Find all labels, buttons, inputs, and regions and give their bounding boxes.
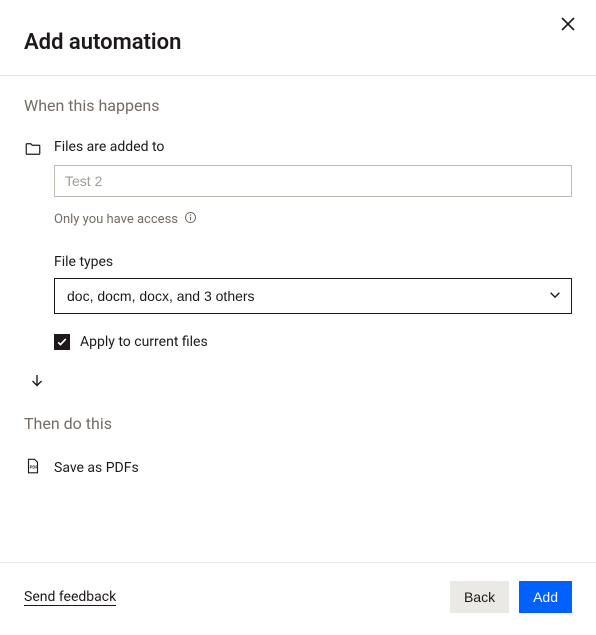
trigger-body: Files are added to Only you have access … bbox=[54, 139, 572, 350]
dialog-content: When this happens Files are added to Onl… bbox=[0, 76, 596, 479]
close-button[interactable] bbox=[552, 8, 584, 40]
pdf-icon: PDF bbox=[24, 457, 42, 479]
back-button[interactable]: Back bbox=[450, 581, 509, 613]
add-button[interactable]: Add bbox=[519, 581, 572, 613]
action-row: PDF Save as PDFs bbox=[24, 457, 572, 479]
svg-text:PDF: PDF bbox=[30, 464, 39, 469]
access-text: Only you have access bbox=[54, 212, 178, 227]
trigger-heading: When this happens bbox=[24, 96, 572, 115]
action-heading: Then do this bbox=[24, 414, 572, 433]
file-types-select[interactable]: doc, docm, docx, and 3 others bbox=[54, 278, 572, 314]
dialog-footer: Send feedback Back Add bbox=[0, 562, 596, 635]
trigger-row: Files are added to Only you have access … bbox=[24, 139, 572, 350]
file-types-label: File types bbox=[54, 254, 572, 270]
flow-arrow-icon bbox=[28, 372, 572, 394]
apply-current-row: Apply to current files bbox=[54, 334, 572, 350]
action-label: Save as PDFs bbox=[54, 460, 139, 476]
folder-icon bbox=[24, 140, 42, 162]
file-types-select-wrap: doc, docm, docx, and 3 others bbox=[54, 278, 572, 314]
info-icon[interactable] bbox=[184, 211, 197, 228]
apply-current-checkbox[interactable] bbox=[54, 334, 70, 350]
apply-current-label: Apply to current files bbox=[80, 334, 208, 350]
dialog-header: Add automation bbox=[0, 0, 596, 76]
access-info: Only you have access bbox=[54, 211, 572, 228]
dialog-title: Add automation bbox=[24, 30, 572, 55]
send-feedback-link[interactable]: Send feedback bbox=[24, 589, 116, 606]
file-types-value: doc, docm, docx, and 3 others bbox=[67, 288, 255, 304]
folder-input[interactable] bbox=[54, 165, 572, 197]
close-icon bbox=[560, 16, 576, 32]
action-section: Then do this PDF Save as PDFs bbox=[24, 414, 572, 479]
footer-buttons: Back Add bbox=[450, 581, 572, 613]
trigger-label: Files are added to bbox=[54, 139, 572, 155]
check-icon bbox=[56, 336, 68, 348]
